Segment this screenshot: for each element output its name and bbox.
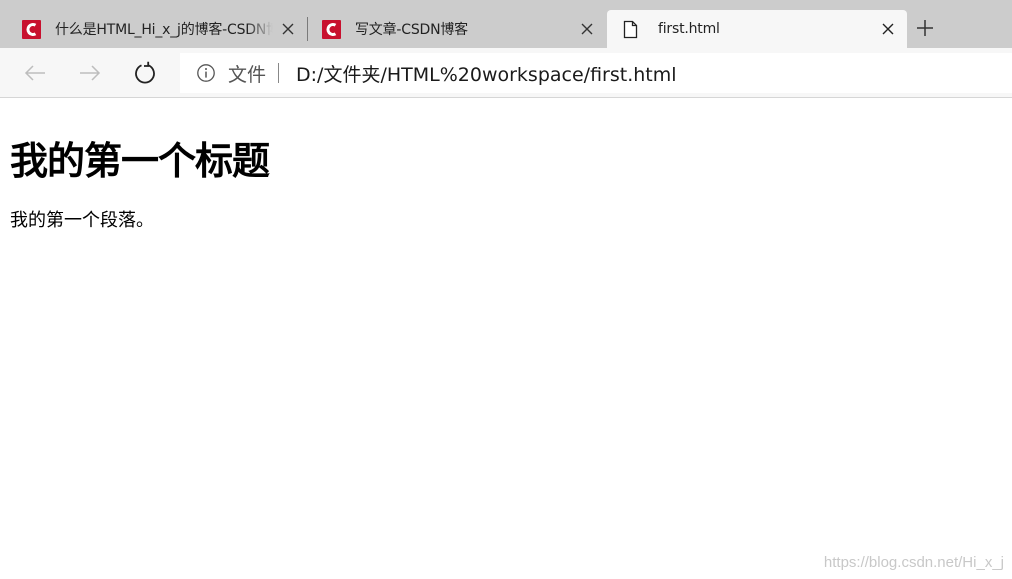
tab-title: first.html (658, 21, 720, 37)
tab-first-html[interactable]: first.html (607, 10, 907, 48)
scheme-label: 文件 (228, 63, 267, 86)
forward-button[interactable] (74, 57, 106, 89)
page-heading: 我的第一个标题 (10, 139, 270, 183)
url-text[interactable]: D:/文件夹/HTML%20workspace/first.html (296, 60, 677, 87)
tab-csdn-write[interactable]: 写文章-CSDN博客 (300, 10, 606, 48)
csdn-logo-icon (322, 19, 341, 39)
page-content: 我的第一个标题 我的第一个段落。 https://blog.csdn.net/H… (0, 98, 1012, 579)
back-button[interactable] (19, 57, 51, 89)
arrow-left-icon (24, 65, 45, 81)
address-bar[interactable]: 文件 D:/文件夹/HTML%20workspace/first.html (180, 53, 1012, 93)
close-icon (581, 23, 593, 35)
tab-close-button[interactable] (572, 14, 602, 44)
tab-title: 写文章-CSDN博客 (355, 22, 468, 38)
watermark: https://blog.csdn.net/Hi_x_j (823, 554, 1004, 571)
arrow-right-icon (80, 65, 101, 81)
csdn-logo-icon (22, 19, 41, 39)
page-paragraph: 我的第一个段落。 (10, 210, 154, 231)
refresh-button[interactable] (129, 57, 161, 89)
refresh-icon (135, 61, 155, 84)
tab-close-button[interactable] (273, 14, 303, 44)
tab-close-button[interactable] (873, 14, 903, 44)
tab-title: 什么是HTML_Hi_x_j的博客-CSDN博客 (55, 22, 273, 38)
navigation-toolbar: 文件 D:/文件夹/HTML%20workspace/first.html (0, 48, 1012, 98)
tab-strip: 什么是HTML_Hi_x_j的博客-CSDN博客 写文章-CSDN博客 firs… (0, 0, 1012, 48)
new-tab-button[interactable] (910, 13, 940, 43)
close-icon (882, 23, 894, 35)
info-icon[interactable] (196, 63, 216, 83)
tab-csdn-html[interactable]: 什么是HTML_Hi_x_j的博客-CSDN博客 (0, 10, 307, 48)
file-icon (623, 20, 638, 38)
address-divider (278, 63, 280, 83)
close-icon (282, 23, 294, 35)
plus-icon (917, 20, 933, 36)
